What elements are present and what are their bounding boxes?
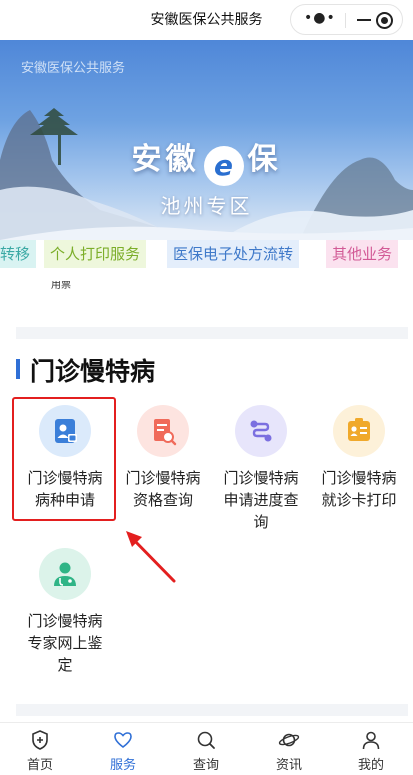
close-target-icon[interactable] [376, 12, 393, 29]
banner-region: 池州专区 [160, 194, 253, 218]
section-divider-bottom [16, 704, 408, 716]
bottom-tab-bar: 首页 服务 查询 资讯 我的 [0, 722, 413, 775]
tab-personal-print[interactable]: 个人打印服务 [44, 240, 147, 268]
nav-item-home[interactable]: 首页 [5, 729, 75, 773]
banner-title-left: 安徽 [131, 142, 200, 177]
item-label: 门诊慢特病 就诊卡打印 [321, 469, 397, 509]
service-item-expert-appraisal[interactable]: 门诊慢特病 专家网上鉴 定 [17, 548, 113, 676]
nav-item-mine[interactable]: 我的 [336, 729, 406, 773]
planet-icon [278, 733, 300, 747]
banner-subtitle: 安徽医保公共服务 [21, 61, 126, 76]
banner-title: 安徽 e 保 [0, 134, 413, 186]
service-item-progress-query[interactable]: 门诊慢特病 申请进度查 询 [213, 405, 309, 533]
minimize-icon[interactable] [357, 19, 371, 21]
category-tabs: 转移 个人打印服务 医保电子处方流转 其他业务 [0, 239, 413, 269]
tab-transfer[interactable]: 转移 [0, 240, 37, 268]
nav-item-news[interactable]: 资讯 [254, 729, 324, 773]
search-icon [197, 731, 215, 749]
item-label: 门诊慢特病 申请进度查 询 [223, 469, 299, 531]
section-accent-bar [16, 359, 20, 379]
clipped-text: 用票 [51, 281, 71, 289]
page: 安徽医保公共服务 •●• 安徽医保公共服务 安徽 e 保 池州专区 转移 个人打印服… [0, 0, 413, 775]
e-logo-icon: e [203, 146, 244, 186]
nav-item-service[interactable]: 服务 [88, 729, 158, 773]
shield-home-icon [32, 730, 48, 750]
document-search-icon [137, 405, 189, 457]
top-nav-bar: 安徽医保公共服务 •●• [0, 0, 413, 40]
tab-e-prescription[interactable]: 医保电子处方流转 [167, 240, 300, 268]
tab-other[interactable]: 其他业务 [326, 240, 399, 268]
pointer-arrow-icon [126, 531, 176, 583]
person-icon [362, 731, 380, 750]
section-divider [16, 327, 408, 339]
capsule-divider [345, 13, 346, 28]
heart-icon [114, 732, 132, 749]
service-item-card-print[interactable]: 门诊慢特病 就诊卡打印 [311, 405, 407, 511]
doctor-icon [39, 548, 91, 600]
progress-flow-icon [235, 405, 287, 457]
service-item-eligibility-query[interactable]: 门诊慢特病 资格查询 [115, 405, 211, 511]
item-label: 门诊慢特病 专家网上鉴 定 [27, 612, 103, 674]
more-icon[interactable]: •●• [304, 10, 336, 26]
hero-banner: 安徽医保公共服务 安徽 e 保 池州专区 [0, 40, 413, 240]
nav-item-query[interactable]: 查询 [171, 729, 241, 773]
highlight-box [12, 397, 116, 521]
section-title: 门诊慢特病 [30, 357, 156, 386]
banner-title-right: 保 [247, 142, 282, 177]
item-label: 门诊慢特病 资格查询 [125, 469, 201, 509]
mini-program-capsule: •●• [290, 4, 403, 35]
badge-card-icon [333, 405, 385, 457]
